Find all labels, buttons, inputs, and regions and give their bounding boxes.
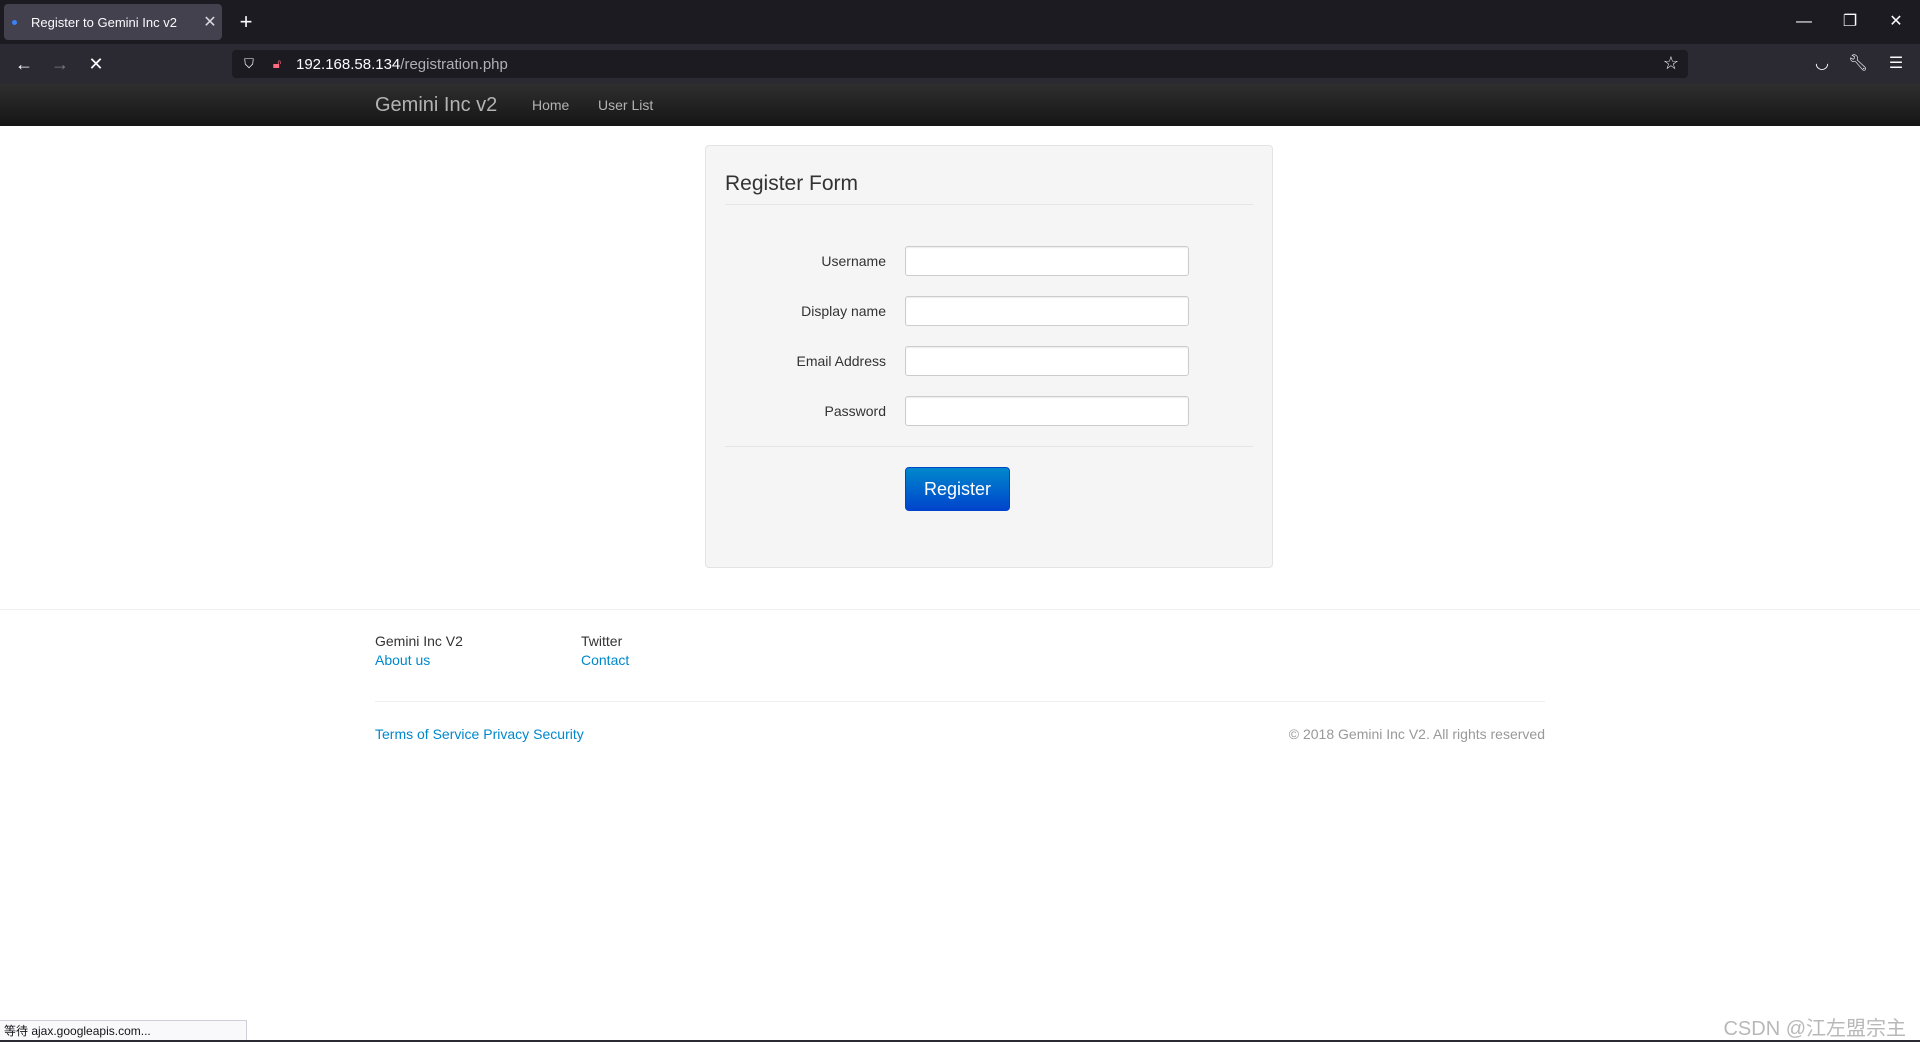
display-name-row: Display name [706, 296, 1274, 326]
terms-of-service-link[interactable]: Terms of Service [375, 726, 479, 742]
email-row: Email Address [706, 346, 1274, 376]
email-label: Email Address [796, 353, 886, 369]
footer-company-heading: Gemini Inc V2 [375, 633, 463, 649]
url-host: 192.168.58.134 [296, 55, 401, 73]
menu-icon[interactable]: ☰ [1882, 50, 1910, 78]
form-actions-divider [725, 446, 1253, 447]
username-label: Username [821, 253, 886, 269]
insecure-lock-icon[interactable]: 🔓︎ [266, 53, 288, 75]
email-input[interactable] [905, 346, 1189, 376]
display-name-label: Display name [801, 303, 886, 319]
footer-bottom-divider [375, 701, 1545, 702]
contact-link[interactable]: Contact [581, 652, 629, 668]
site-brand[interactable]: Gemini Inc v2 [375, 94, 497, 117]
register-button[interactable]: Register [905, 467, 1010, 511]
loading-indicator-icon [12, 19, 17, 25]
about-us-link[interactable]: About us [375, 652, 463, 668]
browser-tab-bar: Register to Gemini Inc v2 ✕ + — ❐ ✕ [0, 0, 1920, 44]
pocket-icon[interactable]: ◡ [1808, 50, 1836, 78]
stop-loading-icon[interactable]: ✕ [82, 50, 110, 78]
browser-nav-bar: ← → ✕ ⛉ 🔓︎ 192.168.58.134/registration.p… [0, 44, 1920, 84]
display-name-input[interactable] [905, 296, 1189, 326]
tab-title: Register to Gemini Inc v2 [31, 14, 177, 30]
watermark-text: CSDN @江左盟宗主 [1723, 1018, 1906, 1040]
username-row: Username [706, 246, 1274, 276]
site-navbar: Gemini Inc v2 Home User List [0, 84, 1920, 126]
wrench-icon[interactable]: 🔧︎ [1844, 50, 1872, 78]
form-legend: Register Form [725, 172, 1253, 205]
privacy-link[interactable]: Privacy [483, 726, 529, 742]
nav-home-link[interactable]: Home [532, 97, 569, 113]
footer-legal-links: Terms of Service Privacy Security [375, 726, 588, 742]
shield-icon[interactable]: ⛉ [238, 53, 260, 75]
password-input[interactable] [905, 396, 1189, 426]
register-form: Register Form Username Display name Emai… [705, 145, 1273, 568]
window-close-icon[interactable]: ✕ [1878, 8, 1914, 36]
forward-arrow-icon[interactable]: → [46, 50, 74, 78]
restore-icon[interactable]: ❐ [1832, 8, 1868, 36]
nav-user-list-link[interactable]: User List [598, 97, 653, 113]
password-label: Password [824, 403, 886, 419]
browser-tab[interactable]: Register to Gemini Inc v2 ✕ [4, 4, 222, 40]
footer-twitter-heading: Twitter [581, 633, 623, 649]
bookmark-star-icon[interactable]: ☆ [1660, 53, 1682, 74]
footer-divider [0, 609, 1920, 610]
security-link[interactable]: Security [533, 726, 584, 742]
address-bar[interactable]: ⛉ 🔓︎ 192.168.58.134/registration.php ☆ [232, 50, 1688, 78]
password-row: Password [706, 396, 1274, 426]
new-tab-icon[interactable]: + [234, 8, 258, 36]
footer-column-social: Twitter Contact [581, 633, 629, 668]
url-path: /registration.php [400, 55, 508, 73]
back-arrow-icon[interactable]: ← [10, 50, 38, 78]
browser-status-bar: 等待 ajax.googleapis.com... [0, 1020, 247, 1040]
username-input[interactable] [905, 246, 1189, 276]
close-tab-icon[interactable]: ✕ [198, 12, 222, 32]
minimize-icon[interactable]: — [1786, 8, 1822, 36]
footer-column-company: Gemini Inc V2 About us [375, 633, 463, 668]
copyright-text: © 2018 Gemini Inc V2. All rights reserve… [1288, 726, 1545, 742]
url-text[interactable]: 192.168.58.134/registration.php [296, 56, 508, 73]
